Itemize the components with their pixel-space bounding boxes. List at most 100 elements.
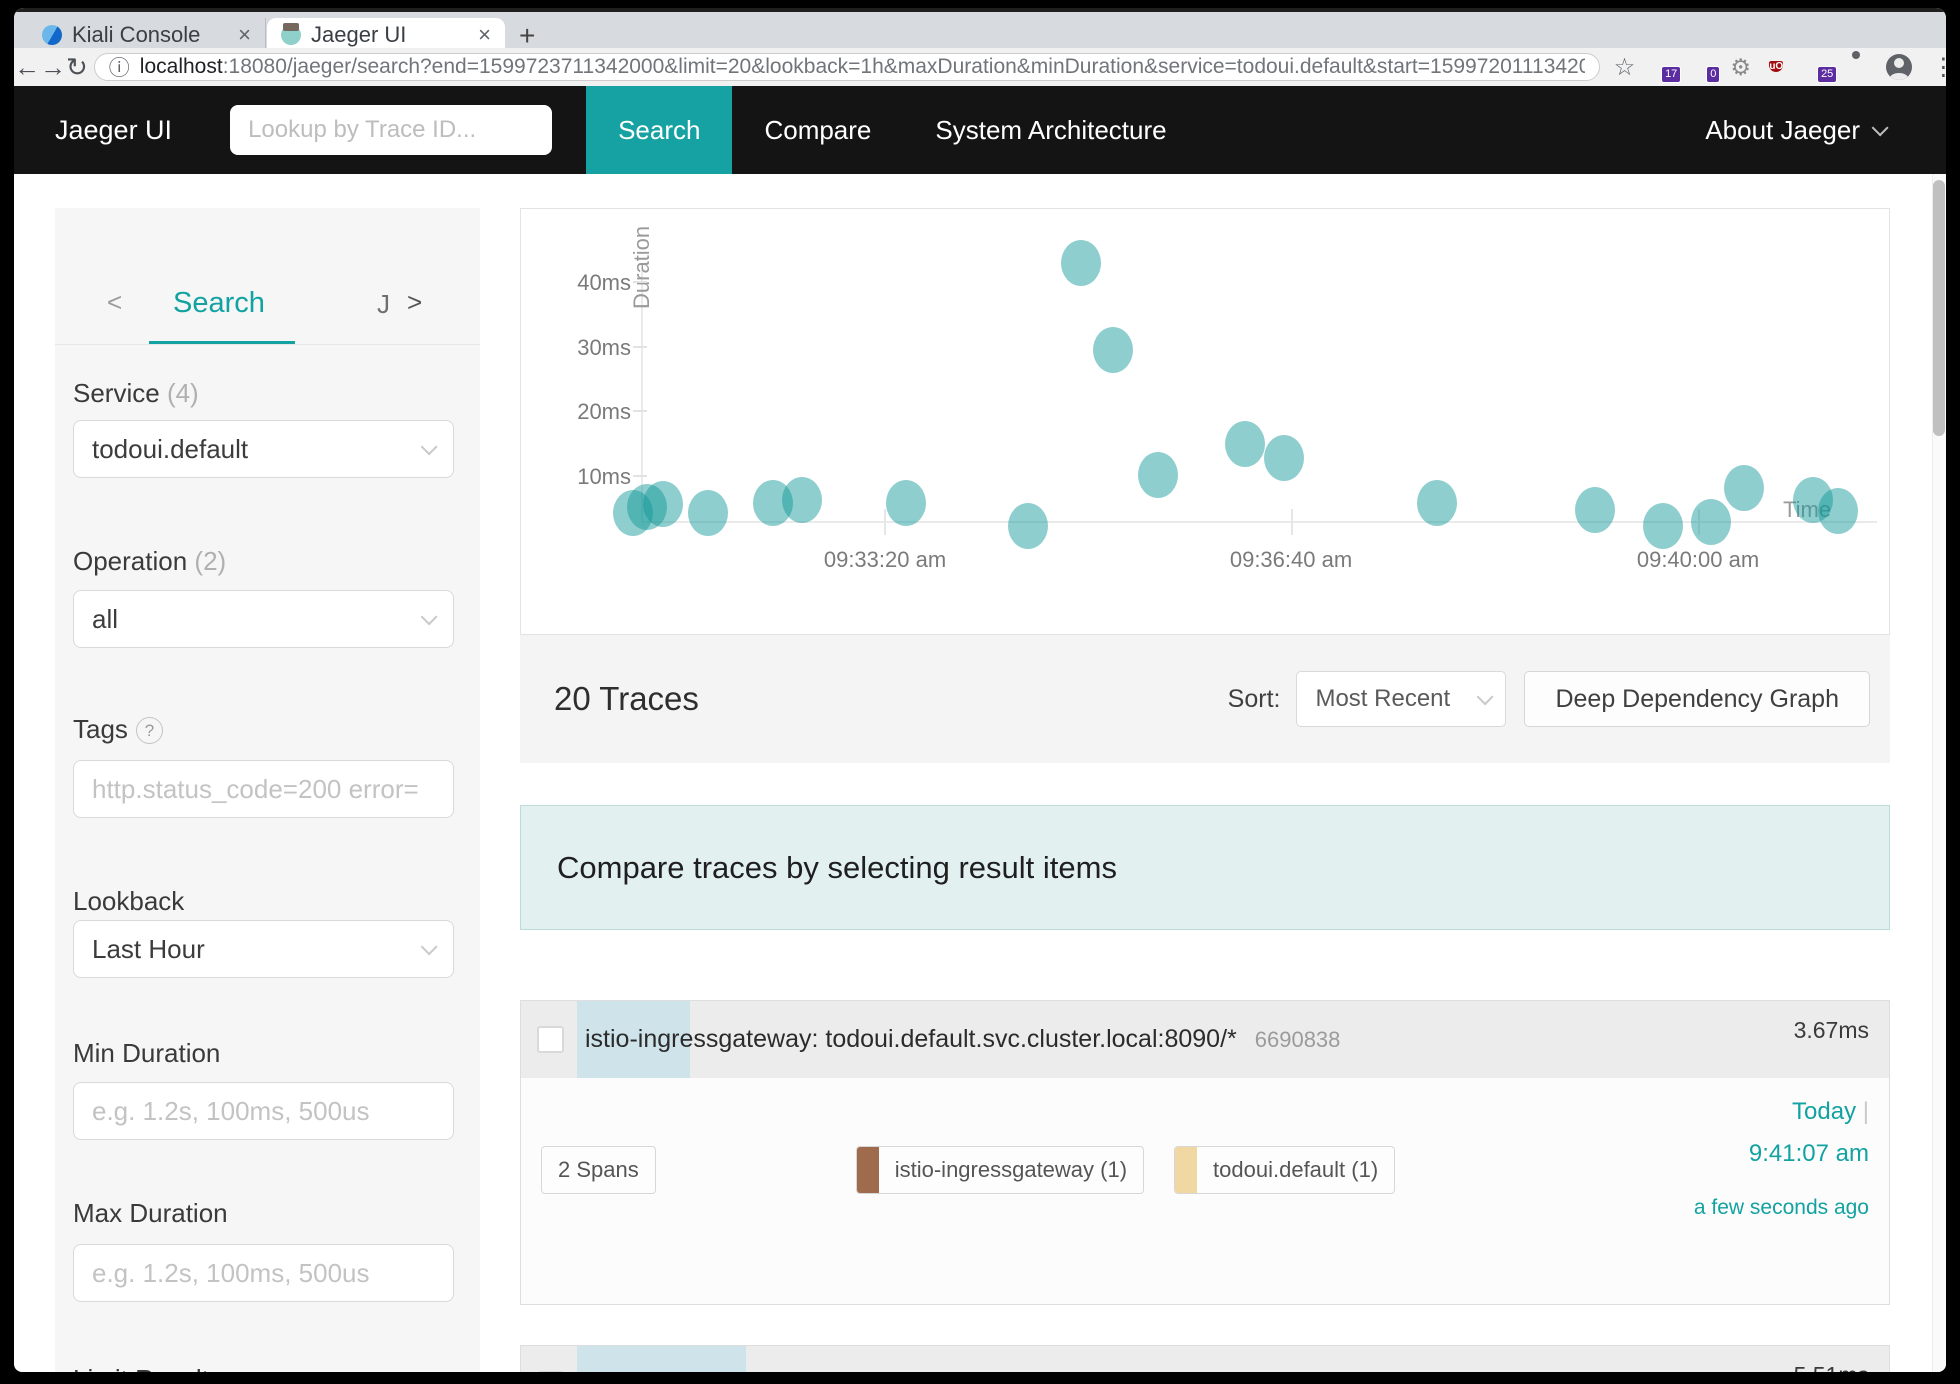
trace-dot[interactable] [1008, 503, 1048, 549]
trace-dot[interactable] [1093, 327, 1133, 373]
trace-dot[interactable] [1691, 499, 1731, 545]
span-and-tags-row: 2 Spans istio-ingressgateway (1) todoui.… [541, 1146, 1395, 1194]
trace-duration: 5.51ms [1794, 1362, 1869, 1372]
chevron-down-icon [421, 608, 438, 625]
extension-badge: 0 [1706, 66, 1720, 83]
results-header: 20 Traces Sort: Most Recent Deep Depende… [520, 635, 1890, 763]
jaeger-brand[interactable]: Jaeger UI [55, 115, 172, 146]
site-info-icon[interactable]: ⓘ [109, 52, 130, 82]
trace-dot[interactable] [1643, 503, 1683, 549]
help-icon[interactable]: ? [136, 717, 163, 744]
service-label: Service (4) [73, 378, 199, 409]
trace-dot[interactable] [688, 490, 728, 536]
nav-item-search[interactable]: Search [586, 86, 732, 174]
min-duration-label: Min Duration [73, 1038, 220, 1069]
tab-kiali-console[interactable]: Kiali Console × [28, 18, 266, 52]
trace-select-checkbox[interactable] [537, 1026, 564, 1053]
profile-avatar[interactable] [1886, 54, 1912, 80]
lookback-label: Lookback [73, 886, 184, 917]
trace-result-card: istio-ingressgateway: todoui.default.svc… [520, 1345, 1890, 1372]
trace-dot[interactable] [1575, 487, 1615, 533]
trace-dot[interactable] [1724, 465, 1764, 511]
tab-partial-json[interactable]: J [377, 289, 390, 320]
sort-label: Sort: [1228, 685, 1281, 714]
limit-results-label-clipped: Limit Results [73, 1364, 222, 1372]
tab-search[interactable]: Search [173, 287, 265, 320]
sort-select[interactable]: Most Recent [1296, 671, 1506, 727]
scrollbar-thumb[interactable] [1933, 180, 1945, 436]
trace-duration: 3.67ms [1794, 1017, 1869, 1044]
lookback-select[interactable]: Last Hour [73, 920, 454, 978]
about-jaeger-menu[interactable]: About Jaeger [1705, 115, 1884, 146]
tags-input[interactable] [92, 774, 435, 805]
extension-ublock-icon[interactable]: uO [1769, 56, 1791, 78]
trace-scatter-chart: Duration Time 40ms 30ms 20ms 10ms 09:33:… [520, 208, 1890, 635]
trace-dot[interactable] [1264, 435, 1304, 481]
page-scrollbar [1932, 174, 1946, 1372]
chevron-down-icon [1477, 688, 1494, 705]
extension-blue-icon[interactable]: 25 [1808, 56, 1830, 78]
trace-card-header[interactable]: istio-ingressgateway: todoui.default.svc… [521, 1346, 1889, 1372]
trace-card-header[interactable]: istio-ingressgateway: todoui.default.svc… [521, 1001, 1889, 1078]
min-duration-input[interactable] [92, 1096, 435, 1127]
forward-icon[interactable]: → [40, 52, 66, 83]
tab-title: Kiali Console [72, 22, 228, 48]
y-tick-10ms: 10ms [541, 464, 631, 490]
y-axis-label: Duration [629, 226, 655, 309]
nav-item-compare[interactable]: Compare [732, 86, 903, 174]
compare-banner: Compare traces by selecting result items [520, 805, 1890, 930]
url-path: :18080/jaeger/search?end=159972371134200… [223, 55, 1585, 78]
trace-timestamp: Today | 9:41:07 am a few seconds ago [1639, 1098, 1869, 1226]
duration-bar [577, 1346, 746, 1372]
service-color-swatch [1175, 1147, 1197, 1193]
url-bar[interactable]: ⓘ localhost:18080/jaeger/search?end=1599… [94, 53, 1600, 81]
tab-strip: Kiali Console × Jaeger UI × + [14, 8, 1946, 48]
y-tick-30ms: 30ms [541, 335, 631, 361]
extensions-puzzle-icon[interactable] [1847, 56, 1869, 78]
bookmark-star-icon[interactable]: ☆ [1614, 53, 1636, 82]
nav-item-system-architecture[interactable]: System Architecture [903, 86, 1198, 174]
trace-count: 20 Traces [554, 680, 699, 718]
sidebar-tabbar: < Search J > [55, 208, 480, 345]
extension-gear-icon[interactable]: ⚙ [1730, 56, 1752, 78]
trace-dot[interactable] [782, 477, 822, 523]
tab-title: Jaeger UI [311, 22, 468, 48]
x-tick-1: 09:33:20 am [785, 547, 985, 573]
browser-toolbar: ← → ↻ ⓘ localhost:18080/jaeger/search?en… [14, 48, 1946, 86]
browser-menu-icon[interactable]: ⋮ [1931, 53, 1946, 82]
trace-dot[interactable] [1138, 452, 1178, 498]
trace-dot[interactable] [1225, 421, 1265, 467]
y-tick-20ms: 20ms [541, 399, 631, 425]
min-duration-wrap [73, 1082, 454, 1140]
trace-id: 6690838 [1255, 1027, 1341, 1053]
url-host: localhost [140, 55, 223, 78]
max-duration-label: Max Duration [73, 1198, 228, 1229]
span-count-pill: 2 Spans [541, 1146, 656, 1194]
trace-dot[interactable] [1818, 488, 1858, 534]
trace-dot[interactable] [1417, 480, 1457, 526]
trace-card-body: 2 Spans istio-ingressgateway (1) todoui.… [521, 1078, 1889, 1306]
extension-purple-icon[interactable]: 17 [1652, 56, 1674, 78]
trace-select-checkbox[interactable] [537, 1371, 564, 1372]
max-duration-input[interactable] [92, 1258, 435, 1289]
tab-jaeger-ui[interactable]: Jaeger UI × [267, 18, 505, 52]
x-tick-3: 09:40:00 am [1598, 547, 1798, 573]
tabs-scroll-right-icon[interactable]: > [407, 287, 422, 318]
service-select[interactable]: todoui.default [73, 420, 454, 478]
x-tick-2: 09:36:40 am [1191, 547, 1391, 573]
back-icon[interactable]: ← [14, 52, 40, 83]
operation-select[interactable]: all [73, 590, 454, 648]
reload-icon[interactable]: ↻ [66, 52, 88, 83]
close-tab-icon[interactable]: × [478, 22, 491, 48]
extension-ghost-icon[interactable]: 0 [1691, 56, 1713, 78]
deep-dependency-graph-button[interactable]: Deep Dependency Graph [1524, 671, 1870, 727]
service-color-swatch [857, 1147, 879, 1193]
jaeger-menu: Search Compare System Architecture [586, 86, 1199, 174]
close-tab-icon[interactable]: × [238, 22, 251, 48]
trace-id-lookup-input[interactable] [230, 105, 552, 155]
trace-dot[interactable] [1061, 240, 1101, 286]
kiali-favicon-icon [42, 25, 62, 45]
trace-dot[interactable] [886, 480, 926, 526]
tabs-scroll-left-icon[interactable]: < [107, 287, 122, 318]
tags-input-wrap [73, 760, 454, 818]
